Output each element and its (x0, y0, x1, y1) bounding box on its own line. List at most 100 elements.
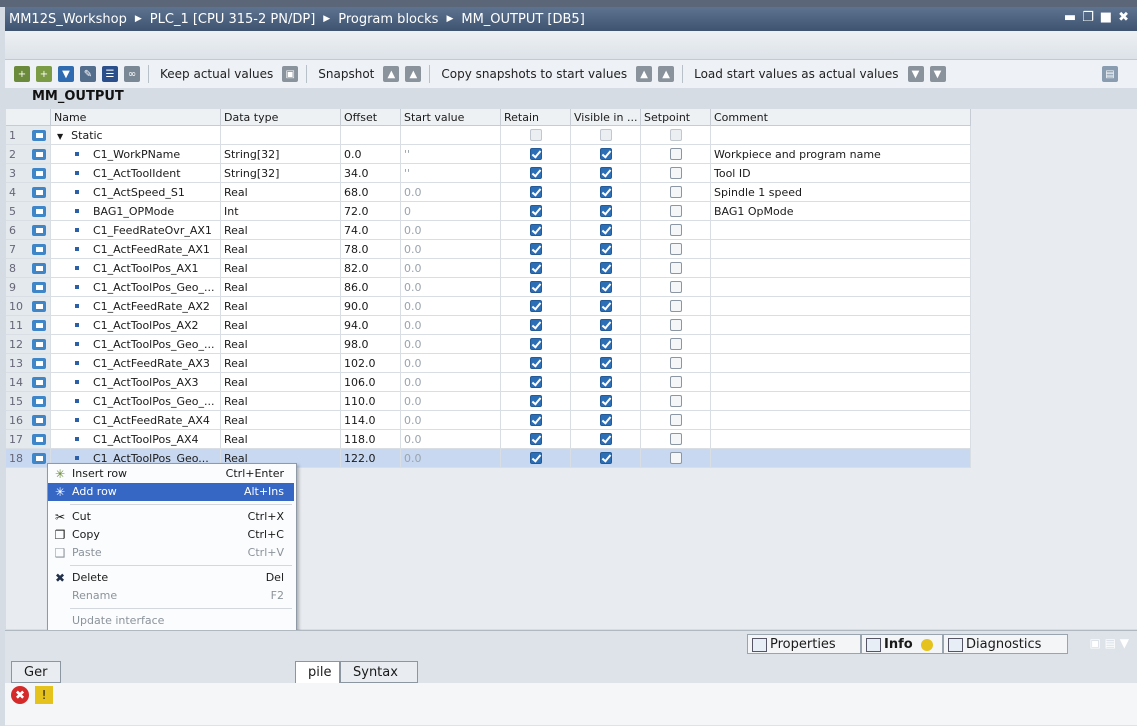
visible-cell[interactable] (571, 449, 641, 468)
table-row[interactable]: 10 C1_ActFeedRate_AX2 Real 90.0 0.0 (6, 297, 971, 316)
offset-cell[interactable]: 72.0 (341, 202, 401, 221)
breadcrumb-plc[interactable]: PLC_1 [CPU 315-2 PN/DP] (146, 12, 319, 27)
visible-cell[interactable] (571, 278, 641, 297)
retain-cell[interactable] (501, 202, 571, 221)
start-value-cell[interactable]: 0 (401, 202, 501, 221)
load-start-values-button[interactable]: Load start values as actual values (694, 67, 898, 81)
checkbox[interactable] (530, 452, 542, 464)
table-row[interactable]: 9 C1_ActToolPos_Geo_... Real 86.0 0.0 (6, 278, 971, 297)
database-icon[interactable]: ▣ (282, 66, 299, 82)
data-type-cell[interactable]: Real (221, 183, 341, 202)
checkbox[interactable] (600, 376, 612, 388)
checkbox[interactable] (530, 300, 542, 312)
start-value-cell[interactable]: '' (401, 164, 501, 183)
retain-cell[interactable] (501, 411, 571, 430)
comment-cell[interactable] (711, 278, 971, 297)
offset-cell[interactable]: 94.0 (341, 316, 401, 335)
retain-cell[interactable] (501, 449, 571, 468)
table-row[interactable]: 2 C1_WorkPName String[32] 0.0 '' Workpiece an… (6, 145, 971, 164)
restore-icon[interactable]: ❐ (1082, 10, 1094, 25)
setpoint-cell[interactable] (641, 411, 711, 430)
name-cell[interactable]: C1_ActToolPos_AX4 (51, 430, 221, 449)
checkbox[interactable] (670, 205, 682, 217)
checkbox[interactable] (600, 452, 612, 464)
menu-item-delete[interactable]: ✖ Delete Del (48, 569, 294, 587)
checkbox[interactable] (530, 205, 542, 217)
setpoint-cell[interactable] (641, 259, 711, 278)
list-icon[interactable]: ☰ (102, 66, 118, 82)
setpoint-cell[interactable] (641, 392, 711, 411)
setpoint-cell[interactable] (641, 316, 711, 335)
checkbox[interactable] (670, 186, 682, 198)
offset-cell[interactable]: 106.0 (341, 373, 401, 392)
checkbox[interactable] (670, 433, 682, 445)
visible-cell[interactable] (571, 430, 641, 449)
minimize-icon[interactable]: ▬ (1064, 10, 1076, 25)
table-row[interactable]: 6 C1_FeedRateOvr_AX1 Real 74.0 0.0 (6, 221, 971, 240)
table-row[interactable]: 8 C1_ActToolPos_AX1 Real 82.0 0.0 (6, 259, 971, 278)
visible-cell[interactable] (571, 221, 641, 240)
comment-cell[interactable] (711, 392, 971, 411)
start-value-cell[interactable]: 0.0 (401, 221, 501, 240)
setpoint-cell[interactable] (641, 449, 711, 468)
comment-cell[interactable] (711, 126, 971, 145)
checkbox[interactable] (600, 186, 612, 198)
column-header-comment[interactable]: Comment (711, 109, 971, 126)
retain-cell[interactable] (501, 126, 571, 145)
visible-cell[interactable] (571, 392, 641, 411)
column-header-name[interactable]: Name (51, 109, 221, 126)
visible-cell[interactable] (571, 354, 641, 373)
window-layout-icon[interactable]: ▤ (1102, 66, 1118, 82)
tab-diagnostics[interactable]: Diagnostics (943, 634, 1068, 654)
offset-cell[interactable]: 102.0 (341, 354, 401, 373)
checkbox[interactable] (670, 262, 682, 274)
setpoint-cell[interactable] (641, 430, 711, 449)
tab-general[interactable]: Ger (11, 661, 61, 683)
start-value-cell[interactable]: 0.0 (401, 392, 501, 411)
checkbox[interactable] (530, 338, 542, 350)
comment-cell[interactable]: Tool ID (711, 164, 971, 183)
comment-cell[interactable] (711, 335, 971, 354)
data-type-cell[interactable] (221, 126, 341, 145)
start-value-cell[interactable]: 0.0 (401, 335, 501, 354)
comment-cell[interactable]: Workpiece and program name (711, 145, 971, 164)
visible-cell[interactable] (571, 126, 641, 145)
name-cell[interactable]: C1_ActToolPos_Geo_... (51, 392, 221, 411)
column-header-start-value[interactable]: Start value (401, 109, 501, 126)
visible-cell[interactable] (571, 297, 641, 316)
retain-cell[interactable] (501, 240, 571, 259)
checkbox[interactable] (670, 395, 682, 407)
column-header-offset[interactable]: Offset (341, 109, 401, 126)
setpoint-cell[interactable] (641, 126, 711, 145)
name-cell[interactable]: C1_WorkPName (51, 145, 221, 164)
retain-cell[interactable] (501, 145, 571, 164)
data-type-cell[interactable]: Real (221, 297, 341, 316)
checkbox[interactable] (530, 433, 542, 445)
comment-cell[interactable] (711, 240, 971, 259)
setpoint-cell[interactable] (641, 164, 711, 183)
checkbox[interactable] (530, 414, 542, 426)
column-header-data-type[interactable]: Data type (221, 109, 341, 126)
checkbox[interactable] (530, 186, 542, 198)
checkbox[interactable] (600, 433, 612, 445)
visible-cell[interactable] (571, 373, 641, 392)
edit-icon[interactable]: ✎ (80, 66, 96, 82)
visible-cell[interactable] (571, 259, 641, 278)
load-values-icon[interactable]: ▼ (907, 66, 924, 82)
checkbox[interactable] (530, 357, 542, 369)
offset-cell[interactable]: 114.0 (341, 411, 401, 430)
checkbox[interactable] (600, 167, 612, 179)
table-row[interactable]: 7 C1_ActFeedRate_AX1 Real 78.0 0.0 (6, 240, 971, 259)
offset-cell[interactable]: 118.0 (341, 430, 401, 449)
retain-cell[interactable] (501, 373, 571, 392)
breadcrumb-project[interactable]: MM12S_Workshop (5, 12, 131, 27)
retain-cell[interactable] (501, 164, 571, 183)
checkbox[interactable] (600, 205, 612, 217)
start-value-cell[interactable]: 0.0 (401, 240, 501, 259)
name-cell[interactable]: C1_ActFeedRate_AX3 (51, 354, 221, 373)
breadcrumb-program-blocks[interactable]: Program blocks (334, 12, 442, 27)
insert-row-icon[interactable]: + (14, 66, 30, 82)
offset-cell[interactable]: 86.0 (341, 278, 401, 297)
checkbox[interactable] (600, 395, 612, 407)
start-value-cell[interactable]: 0.0 (401, 297, 501, 316)
